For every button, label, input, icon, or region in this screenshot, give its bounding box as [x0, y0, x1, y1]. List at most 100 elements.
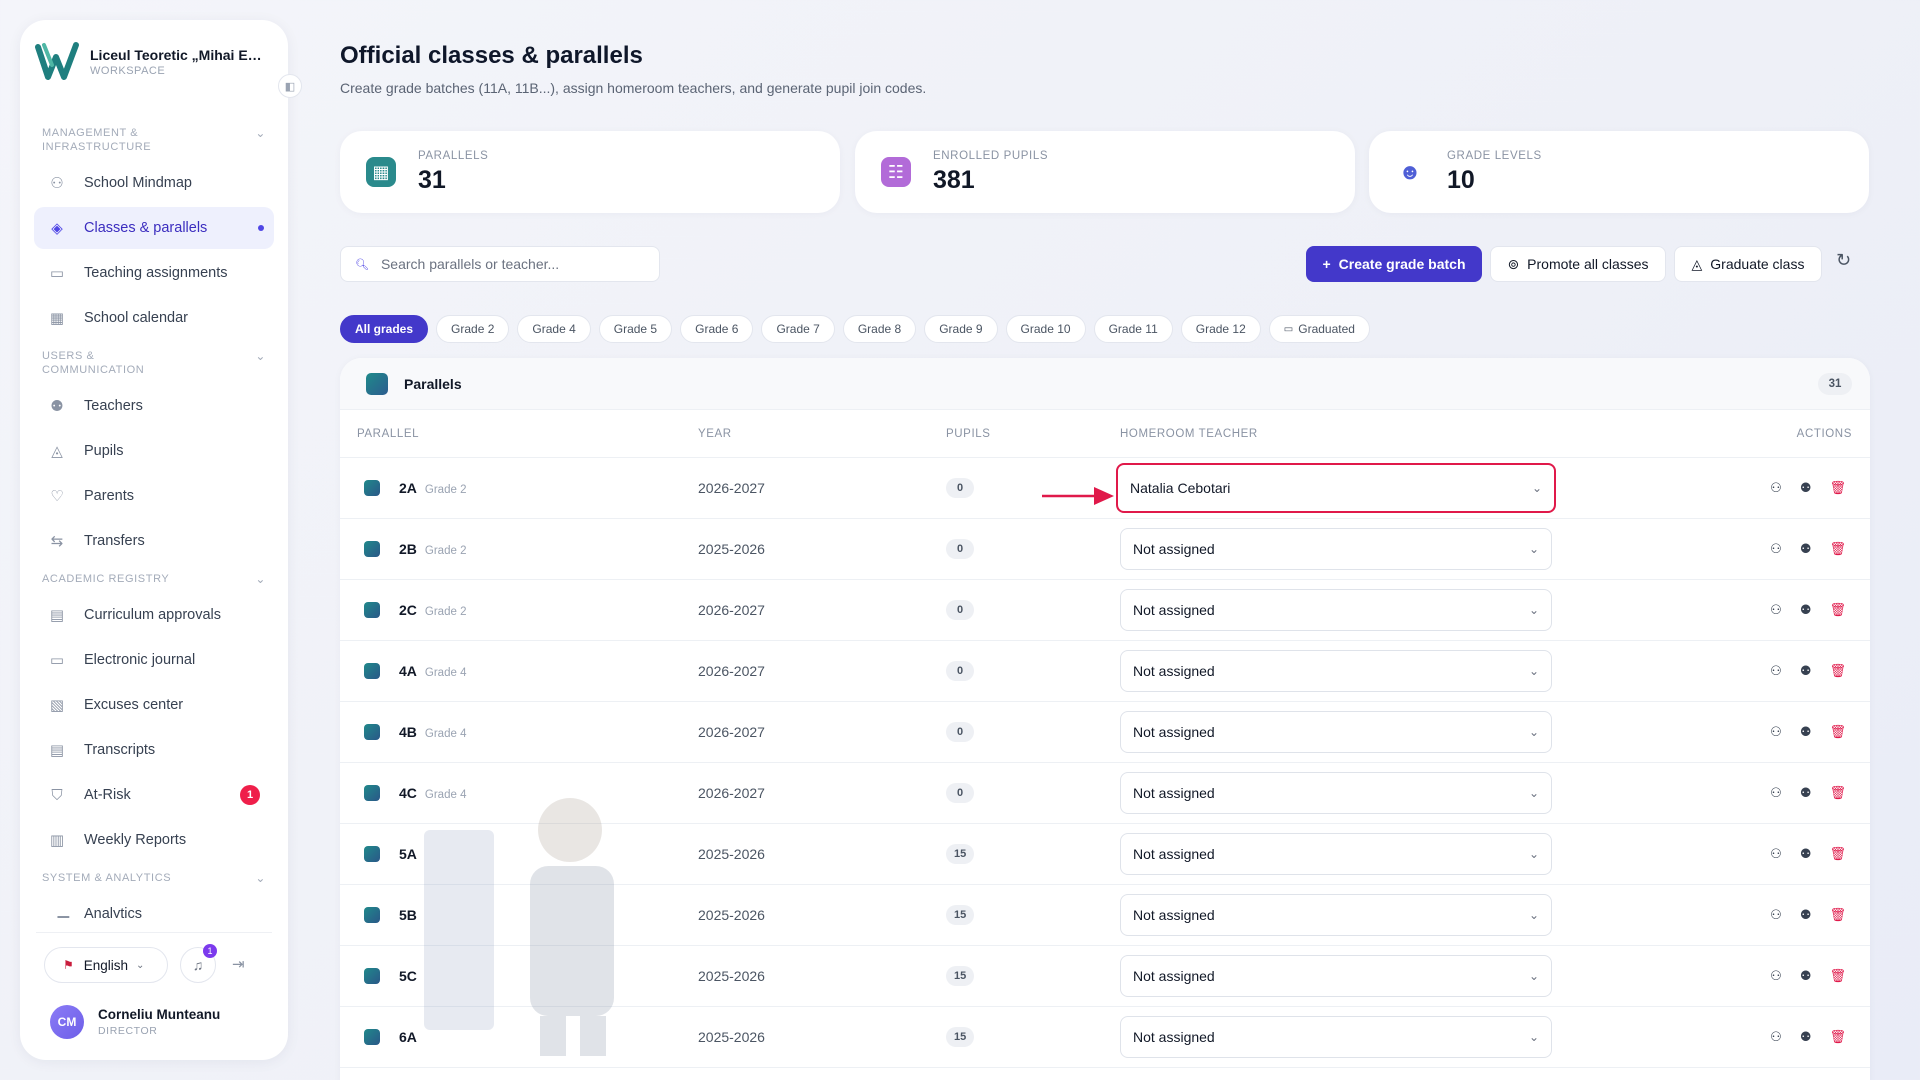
homeroom-teacher-select[interactable]: Not assigned ⌄	[1120, 1016, 1552, 1058]
user-profile[interactable]: CM Corneliu Munteanu DIRECTOR	[50, 1005, 220, 1039]
chevron-down-icon: ⌄	[1531, 481, 1542, 495]
sidebar-item-school-mindmap[interactable]: ⚇ School Mindmap	[34, 162, 274, 204]
sidebar-item-transcripts[interactable]: ▤ Transcripts	[34, 729, 274, 771]
homeroom-teacher-select[interactable]: Not assigned ⌄	[1120, 589, 1552, 631]
filter-chip-grade-4[interactable]: Grade 4	[517, 315, 591, 343]
user-plus-icon[interactable]: ⚉	[1800, 1029, 1812, 1045]
promote-all-classes-button[interactable]: ⊚ Promote all classes	[1490, 246, 1666, 282]
users-icon[interactable]: ⚇	[1770, 907, 1782, 923]
sidebar-item-label: Curriculum approvals	[84, 607, 221, 623]
homeroom-teacher-select[interactable]: Natalia Cebotari ⌄	[1116, 463, 1556, 513]
filter-chip-all-grades[interactable]: All grades	[340, 315, 429, 343]
trash-icon[interactable]: 🗑︎	[1829, 480, 1846, 496]
users-icon[interactable]: ⚇	[1770, 541, 1782, 557]
sidebar-item-teaching-assignments[interactable]: ▭ Teaching assignments	[34, 252, 274, 294]
users-icon[interactable]: ⚇	[1770, 663, 1782, 679]
sidebar-section-header[interactable]: MANAGEMENT & INFRASTRUCTURE ⌄	[34, 126, 274, 154]
parallel-name[interactable]: 4A Grade 4	[399, 663, 466, 679]
users-icon[interactable]: ⚇	[1770, 846, 1782, 862]
parallel-name[interactable]: 2B Grade 2	[399, 541, 466, 557]
trash-icon[interactable]: 🗑︎	[1829, 968, 1846, 984]
graduate-class-button[interactable]: ◬ Graduate class	[1674, 246, 1822, 282]
users-icon[interactable]: ⚇	[1770, 602, 1782, 618]
parallel-name[interactable]: 2C Grade 2	[399, 602, 466, 618]
filter-chip-grade-12[interactable]: Grade 12	[1180, 315, 1261, 343]
user-plus-icon[interactable]: ⚉	[1800, 968, 1812, 984]
sidebar-item-school-calendar[interactable]: ▦ School calendar	[34, 297, 274, 339]
user-plus-icon[interactable]: ⚉	[1800, 602, 1812, 618]
sidebar-item-analytics[interactable]: ▁▃ Analytics	[34, 893, 274, 918]
filter-chip-graduated[interactable]: ▭ Graduated	[1268, 315, 1370, 343]
sidebar-item-excuses-center[interactable]: ▧ Excuses center	[34, 684, 274, 726]
grade-label: Grade 4	[424, 728, 467, 740]
filter-chip-grade-2[interactable]: Grade 2	[436, 315, 510, 343]
trash-icon[interactable]: 🗑︎	[1829, 846, 1846, 862]
trash-icon[interactable]: 🗑︎	[1829, 602, 1846, 618]
users-icon[interactable]: ⚇	[1770, 785, 1782, 801]
classroom-icon	[364, 785, 380, 801]
trash-icon[interactable]: 🗑︎	[1829, 724, 1846, 740]
language-selector[interactable]: ⚑ English ⌄	[44, 947, 168, 983]
homeroom-teacher-select[interactable]: Not assigned ⌄	[1120, 833, 1552, 875]
sidebar-section-header[interactable]: USERS & COMMUNICATION ⌄	[34, 349, 274, 377]
workspace-header[interactable]: Liceul Teoretic „Mihai Emi... WORKSPACE	[34, 38, 274, 86]
homeroom-teacher-select[interactable]: Not assigned ⌄	[1120, 955, 1552, 997]
create-grade-batch-button[interactable]: + Create grade batch	[1306, 246, 1482, 282]
notifications-button[interactable]: ♫ 1	[180, 944, 217, 983]
homeroom-teacher-select[interactable]: Not assigned ⌄	[1120, 772, 1552, 814]
pupil-count-badge: 15	[946, 1027, 975, 1047]
filter-chip-grade-5[interactable]: Grade 5	[598, 315, 673, 343]
trash-icon[interactable]: 🗑︎	[1829, 663, 1846, 679]
user-plus-icon[interactable]: ⚉	[1800, 907, 1812, 923]
trash-icon[interactable]: 🗑︎	[1829, 907, 1846, 923]
filter-chip-grade-9[interactable]: Grade 9	[924, 315, 998, 343]
homeroom-teacher-select[interactable]: Not assigned ⌄	[1120, 528, 1552, 570]
filter-chip-grade-7[interactable]: Grade 7	[761, 315, 835, 343]
filter-chip-label: Grade 7	[776, 322, 820, 336]
user-plus-icon[interactable]: ⚉	[1800, 541, 1812, 557]
trash-icon[interactable]: 🗑︎	[1829, 785, 1846, 801]
sidebar-item-parents[interactable]: ♡ Parents	[34, 475, 274, 517]
sidebar-item-teachers[interactable]: ⚉ Teachers	[34, 385, 274, 427]
homeroom-teacher-select[interactable]: Not assigned ⌄	[1120, 711, 1552, 753]
grade-label: Grade 2	[424, 606, 467, 618]
homeroom-teacher-select[interactable]: Not assigned ⌄	[1120, 650, 1552, 692]
filter-chip-grade-10[interactable]: Grade 10	[1005, 315, 1086, 343]
user-plus-icon[interactable]: ⚉	[1800, 663, 1812, 679]
collapse-sidebar-button[interactable]: ◧	[278, 74, 302, 98]
search-input[interactable]	[380, 256, 651, 272]
sidebar-item-electronic-journal[interactable]: ▭ Electronic journal	[34, 639, 274, 681]
users-icon[interactable]: ⚇	[1770, 1029, 1782, 1045]
heart-icon: ♡	[50, 488, 64, 505]
refresh-icon[interactable]: ↻	[1836, 250, 1851, 271]
user-plus-icon[interactable]: ⚉	[1800, 724, 1812, 740]
user-plus-icon[interactable]: ⚉	[1800, 846, 1812, 862]
trash-icon[interactable]: 🗑︎	[1829, 1029, 1846, 1045]
user-plus-icon[interactable]: ⚉	[1800, 480, 1812, 496]
users-icon[interactable]: ⚇	[1770, 480, 1782, 496]
filter-chip-grade-6[interactable]: Grade 6	[680, 315, 754, 343]
users-icon[interactable]: ⚇	[1770, 968, 1782, 984]
chevron-down-icon: ⌄	[1528, 786, 1539, 800]
sidebar-item-curriculum-approvals[interactable]: ▤ Curriculum approvals	[34, 594, 274, 636]
parallel-name[interactable]: 2A Grade 2	[399, 480, 466, 496]
user-plus-icon[interactable]: ⚉	[1800, 785, 1812, 801]
bell-icon: ♫	[192, 957, 204, 973]
sidebar-section-header[interactable]: SYSTEM & ANALYTICS ⌄	[34, 871, 274, 885]
sidebar-item-at-risk[interactable]: ⛉ At-Risk 1	[34, 774, 274, 816]
chevron-down-icon: ⌄	[255, 572, 266, 586]
sidebar-item-pupils[interactable]: ◬ Pupils	[34, 430, 274, 472]
sidebar-item-weekly-reports[interactable]: ▥ Weekly Reports	[34, 819, 274, 861]
filter-chip-grade-11[interactable]: Grade 11	[1093, 315, 1173, 343]
users-icon[interactable]: ⚇	[1770, 724, 1782, 740]
school-year: 2025-2026	[698, 1029, 765, 1045]
logout-icon[interactable]: ⇥	[232, 955, 245, 973]
sidebar-item-transfers[interactable]: ⇆ Transfers	[34, 520, 274, 562]
sidebar-item-label: Electronic journal	[84, 652, 196, 668]
homeroom-teacher-select[interactable]: Not assigned ⌄	[1120, 894, 1552, 936]
sidebar-item-classes-parallels[interactable]: ◈ Classes & parallels	[34, 207, 274, 249]
filter-chip-grade-8[interactable]: Grade 8	[842, 315, 917, 343]
parallel-name[interactable]: 4B Grade 4	[399, 724, 466, 740]
sidebar-section-header[interactable]: ACADEMIC REGISTRY ⌄	[34, 572, 274, 586]
trash-icon[interactable]: 🗑︎	[1829, 541, 1846, 557]
